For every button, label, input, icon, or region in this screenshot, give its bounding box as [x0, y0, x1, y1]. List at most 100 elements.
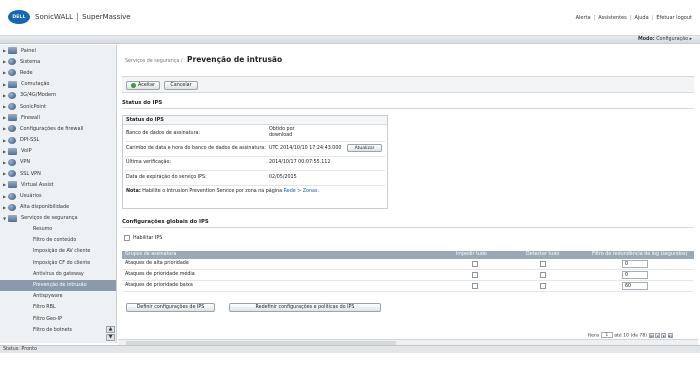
- row-divider: [125, 141, 385, 142]
- switching-icon: [8, 80, 17, 88]
- accept-button[interactable]: Aceitar: [126, 81, 160, 90]
- sidebar-nav: ▶ Painel ▶ Sistema ▶ Rede ▶ Comutação ▶ 3G/4G/Mod…: [0, 45, 116, 224]
- zones-note: Nota: Habilite o Intrusion Prevention Se…: [126, 189, 319, 194]
- sidebar-item[interactable]: ▶ SSL VPN: [0, 168, 116, 179]
- sidebar-subitem[interactable]: Filtro de botnets: [0, 325, 116, 336]
- sidebar-item-label: DPI-SSL: [20, 137, 40, 144]
- sidebar-item[interactable]: ▶ VoIP: [0, 146, 116, 157]
- sidebar-item[interactable]: ▶ Virtual Assist: [0, 179, 116, 190]
- detect-all-checkbox[interactable]: [540, 272, 546, 278]
- log-redundancy-input[interactable]: 60: [622, 282, 648, 290]
- update-button[interactable]: Atualizar: [347, 144, 382, 152]
- logout-link[interactable]: Efetuar logout: [656, 15, 692, 21]
- prevent-all-checkbox[interactable]: [472, 272, 478, 278]
- col-signature-groups: Grupos de assinatura: [125, 252, 177, 257]
- zones-link[interactable]: Rede > Zonas.: [284, 189, 319, 194]
- sidebar-subitem[interactable]: Filtro RBL: [0, 302, 116, 313]
- prevent-all-checkbox[interactable]: [472, 261, 478, 267]
- sidebar-item-label: VPN: [20, 159, 31, 166]
- ips-status-panel-title: Status do IPS: [123, 116, 387, 125]
- sidebar-item[interactable]: ▶ Sistema: [0, 56, 116, 67]
- sidebar-subitem[interactable]: Filtro de conteúdo: [0, 235, 116, 246]
- enable-ips-checkbox[interactable]: [124, 235, 130, 241]
- log-redundancy-input[interactable]: 0: [622, 260, 648, 268]
- enable-ips-label: Habilitar IPS: [133, 235, 163, 241]
- cancel-button[interactable]: Cancelar: [164, 81, 198, 90]
- signature-groups-table: Grupos de assinatura Impedir tudo Detect…: [122, 251, 694, 292]
- sidebar-item[interactable]: ▶ Rede: [0, 67, 116, 78]
- define-ips-settings-button[interactable]: Definir configurações de IPS: [126, 303, 215, 312]
- sidebar-subitem[interactable]: Resumo: [0, 224, 116, 235]
- log-redundancy-input[interactable]: 0: [622, 271, 648, 279]
- sidebar-item[interactable]: ▼ Serviços de segurança: [0, 213, 116, 224]
- table-row: Ataques de prioridade baixa 60: [122, 281, 694, 292]
- detect-all-checkbox[interactable]: [540, 261, 546, 267]
- row-divider: [125, 185, 385, 186]
- last-page-button[interactable]: ▸|: [667, 332, 673, 338]
- prevent-all-checkbox[interactable]: [472, 283, 478, 289]
- top-links: Alerta | Assistentes | Ajuda | Efetuar logout: [576, 15, 692, 21]
- detect-all-checkbox[interactable]: [540, 283, 546, 289]
- sidebar-item[interactable]: ▶ VPN: [0, 157, 116, 168]
- mode-bar: Modo: Configuração ▸: [0, 36, 700, 44]
- scroll-down-button[interactable]: ▼: [106, 334, 115, 341]
- sidebar-subitem[interactable]: Prevenção de intrusão: [0, 279, 116, 292]
- page-input[interactable]: 1: [600, 332, 613, 338]
- sonicpoint-icon: [8, 103, 16, 111]
- sidebar-item[interactable]: ▶ Usuários: [0, 190, 116, 201]
- col-detect-all: Detectar tudo: [526, 252, 560, 257]
- sidebar-item[interactable]: ▶ Alta disponibilidade: [0, 202, 116, 213]
- breadcrumb-parent[interactable]: Serviços de segurança /: [125, 59, 182, 64]
- accept-label: Aceitar: [138, 83, 155, 88]
- signature-timestamp-label: Carimbo de data e hora do banco de dados…: [126, 146, 266, 151]
- sidebar-item-label: 3G/4G/Modem: [20, 92, 56, 99]
- brand-sonicwall: SonicWALL: [35, 13, 74, 21]
- wizards-link[interactable]: Assistentes: [598, 15, 626, 21]
- scroll-up-button[interactable]: ▲: [106, 326, 115, 333]
- pager-label: Itens: [588, 333, 600, 339]
- signature-db-label: Banco de dados de assinatura:: [126, 131, 201, 136]
- sidebar-item-label: Usuários: [20, 193, 42, 200]
- virtual-assist-icon: [8, 181, 17, 189]
- sidebar-item-label: Rede: [20, 69, 33, 76]
- sidebar-subitem[interactable]: Imposição de AV cliente: [0, 246, 116, 257]
- dpi-ssl-icon: [8, 136, 16, 144]
- enable-ips-option[interactable]: Habilitar IPS: [124, 235, 162, 241]
- brand-divider: [77, 13, 79, 21]
- brand-logo: DELL SonicWALL SuperMassive: [8, 10, 131, 24]
- mode-selector[interactable]: Modo: Configuração ▸: [638, 37, 692, 42]
- status-bar: Status: Pronto: [0, 345, 700, 353]
- sidebar-item[interactable]: ▶ Configurações de firewall: [0, 123, 116, 134]
- help-link[interactable]: Ajuda: [634, 15, 648, 21]
- table-row: Ataques de prioridade média 0: [122, 270, 694, 281]
- high-availability-icon: [8, 203, 16, 211]
- sidebar-item[interactable]: ▶ Painel: [0, 45, 116, 56]
- table-row: Ataques de alta prioridade 0: [122, 259, 694, 270]
- sidebar-item[interactable]: ▶ Comutação: [0, 79, 116, 90]
- sidebar-item[interactable]: ▶ Firewall: [0, 112, 116, 123]
- sidebar-subitem[interactable]: Antivírus do gateway: [0, 269, 116, 280]
- sidebar-item[interactable]: ▶ 3G/4G/Modem: [0, 90, 116, 101]
- firewall-icon: [8, 114, 17, 122]
- alert-link[interactable]: Alerta: [576, 15, 591, 21]
- prev-page-button[interactable]: ◂: [655, 332, 661, 338]
- signature-db-value: Obtido por download: [269, 127, 295, 138]
- last-check-value: 2014/10/17 00:07:55.112: [269, 160, 331, 165]
- sidebar-subitem[interactable]: Antispyware: [0, 291, 116, 302]
- row-label: Ataques de alta prioridade: [125, 261, 189, 266]
- reset-ips-settings-button[interactable]: Redefinir configurações e políticas do I…: [229, 303, 381, 312]
- first-page-button[interactable]: |◂: [648, 332, 654, 338]
- sidebar-item-label: Serviços de segurança: [21, 215, 78, 222]
- mode-value[interactable]: Configuração ▸: [656, 37, 692, 42]
- next-page-button[interactable]: ▸: [661, 332, 667, 338]
- ips-status-heading: Status do IPS: [122, 100, 163, 106]
- sidebar-subitem[interactable]: Filtro Geo-IP: [0, 314, 116, 325]
- dashboard-icon: [8, 47, 17, 55]
- ips-status-panel: Status do IPS Banco de dados de assinatu…: [122, 115, 388, 209]
- action-bar: Aceitar Cancelar: [122, 76, 694, 93]
- pagination: Itens 1 até 10 (de 78) |◂ ◂ ▸ ▸|: [588, 332, 673, 339]
- sidebar-item-label: SSL VPN: [20, 170, 41, 177]
- sidebar-item[interactable]: ▶ DPI-SSL: [0, 135, 116, 146]
- sidebar-subitem[interactable]: Imposição CF do cliente: [0, 258, 116, 269]
- sidebar-item[interactable]: ▶ SonicPoint: [0, 101, 116, 112]
